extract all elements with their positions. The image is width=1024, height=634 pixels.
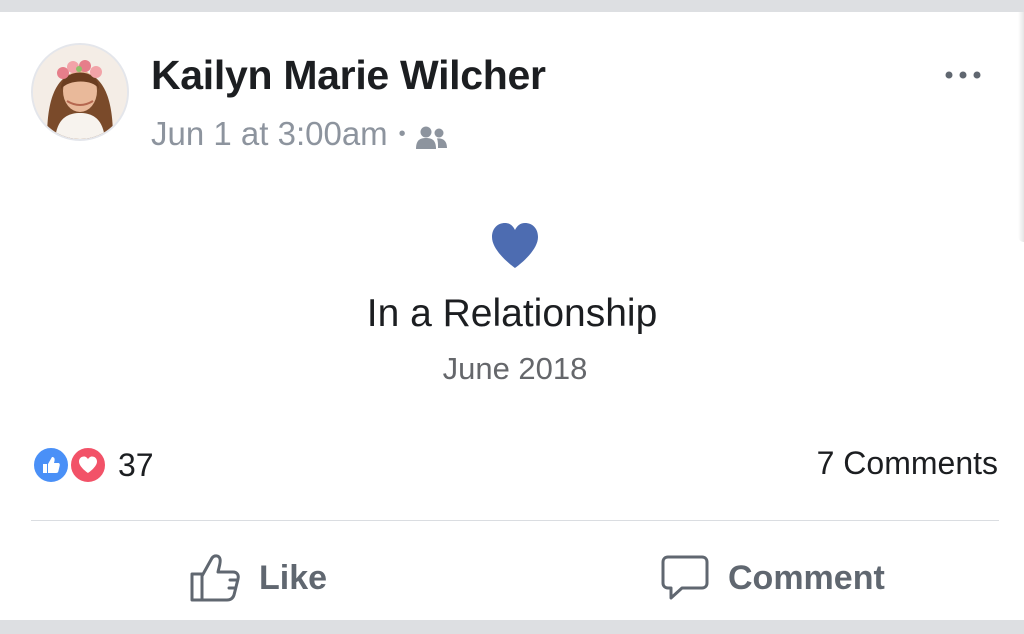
comment-button[interactable]: Comment [660, 548, 885, 608]
like-button[interactable]: Like [189, 548, 327, 608]
feed-page: Kailyn Marie Wilcher Jun 1 at 3:00am • I… [0, 0, 1024, 634]
thumbs-up-icon [190, 554, 240, 602]
life-event-date: June 2018 [442, 351, 588, 386]
meta-separator: • [398, 122, 406, 145]
life-event-title: In a Relationship [366, 292, 658, 335]
comment-label: Comment [728, 558, 885, 597]
author-name[interactable]: Kailyn Marie Wilcher [151, 52, 546, 99]
comment-bubble-icon [661, 555, 709, 600]
post-timestamp[interactable]: Jun 1 at 3:00am [151, 115, 388, 153]
divider [31, 520, 999, 521]
friends-icon[interactable] [415, 121, 449, 149]
like-reaction-icon [31, 445, 71, 485]
reactions-summary[interactable]: 37 [31, 444, 154, 486]
avatar[interactable] [31, 43, 129, 141]
comments-count[interactable]: 7 Comments [817, 445, 998, 482]
more-options-icon [945, 71, 981, 79]
scroll-shadow [1018, 12, 1024, 242]
love-reaction-icon [68, 445, 108, 485]
post-card: Kailyn Marie Wilcher Jun 1 at 3:00am • I… [0, 12, 1024, 620]
reaction-count: 37 [118, 446, 154, 483]
heart-icon [490, 222, 540, 270]
more-options-button[interactable] [940, 60, 986, 90]
post-meta: Jun 1 at 3:00am • [151, 115, 449, 153]
like-label: Like [259, 558, 328, 597]
feed-gap [0, 620, 1024, 634]
avatar-photo [33, 45, 127, 139]
